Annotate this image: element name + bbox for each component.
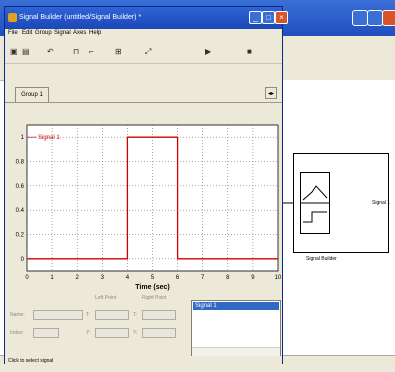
zoom-icon[interactable]: ⤢ xyxy=(145,47,151,57)
y-tick-label: 0.8 xyxy=(16,160,25,166)
left-point-label: Left Point xyxy=(95,295,117,301)
y-tick-label: 0.2 xyxy=(16,233,25,239)
x-tick-label: 7 xyxy=(201,275,205,281)
step-icon[interactable]: ⌐ xyxy=(89,47,94,56)
y-right-label: Y: xyxy=(133,330,138,336)
x-tick-label: 8 xyxy=(226,275,230,281)
print-icon[interactable]: ▤ xyxy=(22,47,30,56)
left-t-field[interactable] xyxy=(95,310,129,320)
list-item[interactable]: Signal 1 xyxy=(193,302,279,310)
menu-group[interactable]: Group xyxy=(35,30,52,36)
left-y-field[interactable] xyxy=(95,328,129,338)
name-field[interactable] xyxy=(33,310,83,320)
x-tick-label: 5 xyxy=(151,275,155,281)
menu-bar: File Edit Group Signal Axes Help xyxy=(5,29,282,41)
app-icon xyxy=(8,13,17,22)
grid-icon[interactable]: ⊞ xyxy=(115,47,122,56)
x-tick-label: 2 xyxy=(76,275,80,281)
maximize-icon[interactable]: □ xyxy=(262,11,275,24)
t-label: T: xyxy=(86,312,90,318)
close-icon[interactable] xyxy=(382,10,395,26)
status-bar: Click to select signal xyxy=(5,357,282,365)
menu-axes[interactable]: Axes xyxy=(73,30,86,36)
right-point-label: Right Point xyxy=(142,295,167,301)
stop-icon[interactable]: ■ xyxy=(247,47,252,56)
undo-icon[interactable]: ↶ xyxy=(47,47,54,56)
maximize-icon[interactable] xyxy=(367,10,383,26)
menu-file[interactable]: File xyxy=(8,30,18,36)
group-tabs: Group 1 ◂▸ xyxy=(7,82,281,102)
window-title: Signal Builder (untitled/Signal Builder)… xyxy=(19,14,142,21)
y-tick-label: 0 xyxy=(21,257,25,263)
x-tick-label: 9 xyxy=(251,275,255,281)
index-label: Index: xyxy=(10,330,24,336)
y-tick-label: 0.6 xyxy=(16,184,25,190)
save-icon[interactable]: ▣ xyxy=(10,47,18,56)
index-select[interactable] xyxy=(33,328,59,338)
port-line xyxy=(280,202,293,204)
signal-label: Signal 1 xyxy=(38,135,60,141)
tab-scroll-icon[interactable]: ◂▸ xyxy=(265,87,277,99)
axes-area: 0 1 2 3 4 5 6 7 8 9 10 1 0.8 0.6 0.4 0.2 0 Signal 1 Time (… xyxy=(5,102,282,293)
menu-help[interactable]: Help xyxy=(89,30,101,36)
x-tick-label: 4 xyxy=(126,275,130,281)
play-icon[interactable]: ▶ xyxy=(205,47,211,56)
minimize-icon[interactable]: _ xyxy=(249,11,262,24)
close-icon[interactable]: × xyxy=(275,11,288,24)
block-label: Signal Builder xyxy=(306,256,337,262)
tab-group-1[interactable]: Group 1 xyxy=(15,87,49,102)
signal-plot[interactable]: 0 1 2 3 4 5 6 7 8 9 10 1 0.8 0.6 0.4 0.2 0 Signal 1 Time (… xyxy=(5,103,282,293)
y-tick-label: 1 xyxy=(21,135,25,141)
y-label: Y: xyxy=(86,330,91,336)
right-y-field[interactable] xyxy=(142,328,176,338)
x-tick-label: 1 xyxy=(50,275,54,281)
menu-edit[interactable]: Edit xyxy=(22,30,32,36)
toolbar: ▣ ▤ ↶ ⊓ ⌐ ⊞ ⤢ ▶ ■ xyxy=(5,41,282,64)
right-t-field[interactable] xyxy=(142,310,176,320)
window-title-bar: Signal Builder (untitled/Signal Builder)… xyxy=(5,7,288,29)
y-tick-label: 0.4 xyxy=(16,208,25,214)
signal-builder-window: Signal Builder (untitled/Signal Builder)… xyxy=(4,6,288,365)
x-tick-label: 3 xyxy=(101,275,105,281)
x-tick-label: 0 xyxy=(25,275,29,281)
minimize-icon[interactable] xyxy=(352,10,368,26)
t-right-label: T: xyxy=(133,312,137,318)
x-tick-label: 10 xyxy=(275,275,282,281)
square-wave-icon[interactable]: ⊓ xyxy=(73,47,79,56)
x-tick-label: 6 xyxy=(176,275,180,281)
name-label: Name: xyxy=(10,312,25,318)
x-axis-label: Time (sec) xyxy=(135,284,170,291)
menu-signal[interactable]: Signal xyxy=(54,30,71,36)
list-scrollbar[interactable] xyxy=(192,347,280,356)
